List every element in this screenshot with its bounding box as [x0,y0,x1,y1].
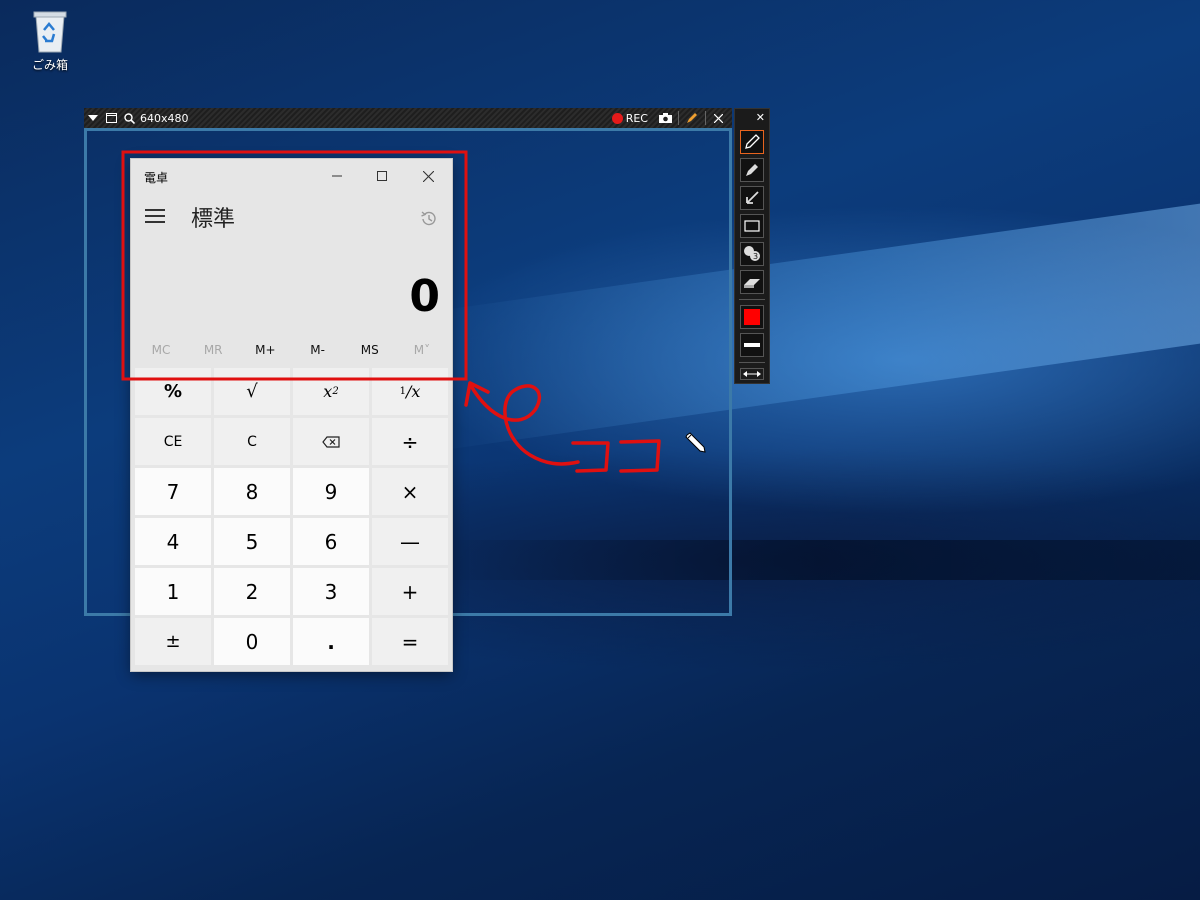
square-base-label: x [323,382,333,401]
digit-0-button[interactable]: 0 [214,618,290,665]
record-dot-icon [611,112,623,124]
reciprocal-button[interactable]: 1/x [372,368,448,415]
memory-recall-button[interactable]: MR [187,343,239,357]
dropdown-icon[interactable] [84,108,102,128]
marker-icon[interactable] [740,158,764,182]
window-icon[interactable] [102,108,120,128]
close-button[interactable] [416,165,440,187]
line-width-button[interactable] [740,333,764,357]
reciprocal-denominator-label: x [411,382,421,401]
backspace-button[interactable] [293,418,369,465]
line-width-icon [744,343,760,347]
keypad: % √ x2 1/x CE C ÷ 7 8 9 × 4 5 6 — 1 2 3 … [135,368,448,665]
square-exponent-label: 2 [332,386,339,397]
rec-label: REC [625,111,648,125]
arrow-icon[interactable] [740,186,764,210]
close-icon[interactable] [708,108,728,128]
square-root-button[interactable]: √ [214,368,290,415]
magnifier-icon[interactable] [120,108,138,128]
svg-text:3: 3 [753,252,758,261]
memory-subtract-button[interactable]: M- [292,343,344,357]
digit-9-button[interactable]: 9 [293,468,369,515]
recycle-bin-icon [33,11,67,53]
calculator-window: 電卓 標準 0 MC MR M+ M- MS M˅ % √ x2 1/x CE … [131,159,452,671]
close-icon [422,170,434,182]
pen-icon[interactable] [681,108,703,128]
pen-toolbar: ✕ 3 [734,108,770,384]
color-swatch [744,309,760,325]
toolbar-divider [705,111,706,125]
maximize-icon [377,171,387,181]
decimal-point-button[interactable]: . [293,618,369,665]
rectangle-icon[interactable] [740,214,764,238]
negate-button[interactable]: ± [135,618,211,665]
backspace-icon [322,435,340,448]
plus-button[interactable]: + [372,568,448,615]
maximize-button[interactable] [370,165,394,187]
camera-icon[interactable] [654,108,676,128]
window-title: 電卓 [144,171,169,185]
digit-8-button[interactable]: 8 [214,468,290,515]
pen-toolbar-separator [739,362,765,363]
recycle-bin-label: ごみ箱 [31,58,68,72]
multiply-button[interactable]: × [372,468,448,515]
digit-4-button[interactable]: 4 [135,518,211,565]
square-button[interactable]: x2 [293,368,369,415]
clear-button[interactable]: C [214,418,290,465]
hamburger-menu-icon[interactable] [145,209,165,223]
digit-3-button[interactable]: 3 [293,568,369,615]
memory-list-button[interactable]: M˅ [396,343,448,357]
digit-1-button[interactable]: 1 [135,568,211,615]
color-picker-button[interactable] [740,305,764,329]
memory-add-button[interactable]: M+ [239,343,291,357]
minimize-button[interactable] [325,165,349,187]
memory-row: MC MR M+ M- MS M˅ [135,343,448,357]
eraser-icon[interactable] [740,270,764,294]
pencil-icon[interactable] [740,130,764,154]
recycle-bin-desktop-icon[interactable]: ごみ箱 [22,8,78,73]
history-icon[interactable] [419,209,439,229]
pen-toolbar-separator [739,299,765,300]
divide-button[interactable]: ÷ [372,418,448,465]
pencil-cursor-icon [685,432,706,453]
toolbar-divider [678,111,679,125]
memory-store-button[interactable]: MS [344,343,396,357]
percent-button[interactable]: % [135,368,211,415]
capture-size-label[interactable]: 640x480 [140,112,189,125]
pen-toolbar-close-icon[interactable]: ✕ [756,111,765,124]
digit-6-button[interactable]: 6 [293,518,369,565]
memory-clear-button[interactable]: MC [135,343,187,357]
number-stamp-icon[interactable]: 3 [740,242,764,266]
equals-button[interactable]: = [372,618,448,665]
toolbar-resize-icon[interactable] [740,368,764,380]
minimize-icon [332,175,342,177]
digit-5-button[interactable]: 5 [214,518,290,565]
digit-7-button[interactable]: 7 [135,468,211,515]
mode-title: 標準 [191,207,236,232]
capture-toolbar: 640x480 REC [84,108,732,128]
minus-button[interactable]: — [372,518,448,565]
rec-button[interactable]: REC [608,112,652,125]
digit-2-button[interactable]: 2 [214,568,290,615]
clear-entry-button[interactable]: CE [135,418,211,465]
result-display: 0 [409,271,440,322]
